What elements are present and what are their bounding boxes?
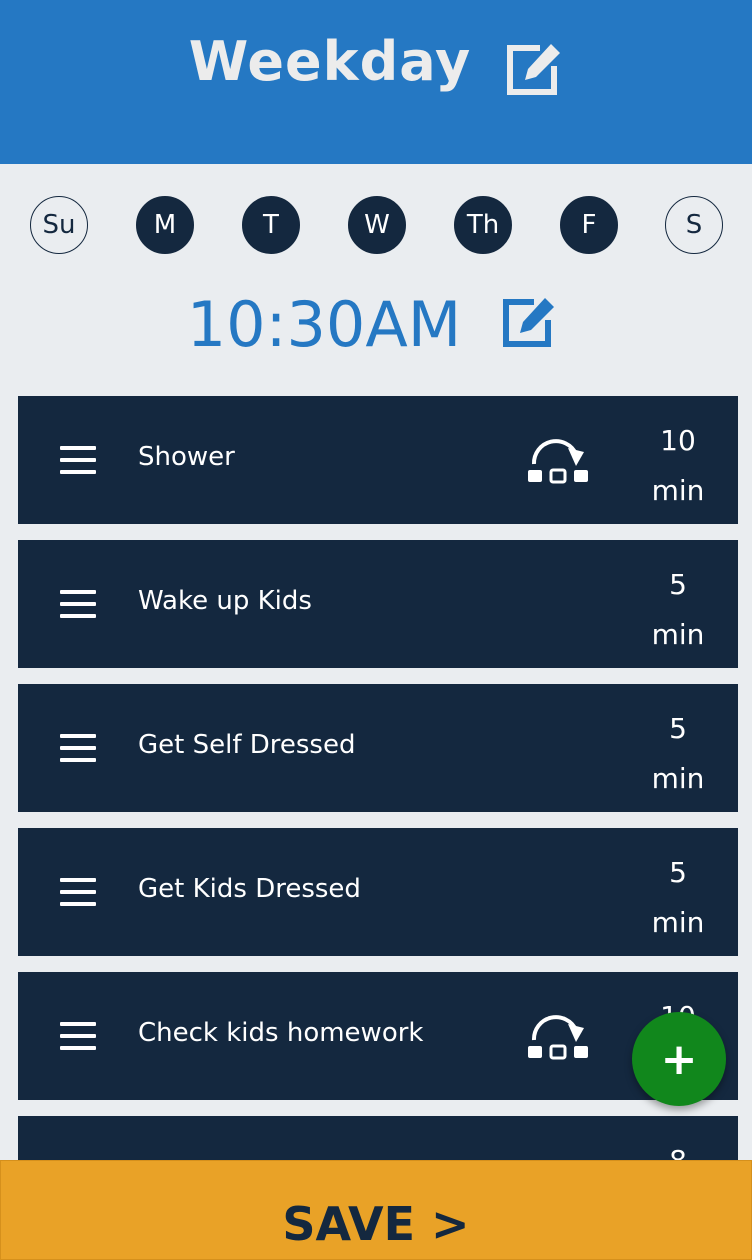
- day-tuesday[interactable]: T: [242, 196, 300, 254]
- task-name: Get Kids Dressed: [138, 874, 361, 904]
- day-friday[interactable]: F: [560, 196, 618, 254]
- task-name: Check kids homework: [138, 1018, 424, 1048]
- task-row[interactable]: Check kids homework 10 min: [18, 972, 738, 1100]
- task-row[interactable]: Shower 10 min: [18, 396, 738, 524]
- duration-value: 5: [669, 568, 687, 601]
- task-duration: 10 min: [618, 416, 738, 516]
- drag-handle-icon[interactable]: [60, 878, 96, 906]
- save-label: SAVE >: [282, 1197, 470, 1251]
- edit-icon[interactable]: [506, 42, 564, 96]
- day-monday[interactable]: M: [136, 196, 194, 254]
- repeat-icon: [528, 1015, 588, 1060]
- day-label: W: [364, 210, 390, 240]
- task-list[interactable]: Shower 10 min Wake up Kids 5 min Get Sel…: [18, 396, 738, 1160]
- day-label: F: [581, 210, 597, 240]
- header-bar: Weekday: [0, 0, 752, 164]
- task-duration: 5 min: [618, 848, 738, 948]
- drag-handle-icon[interactable]: [60, 1022, 96, 1050]
- weekday-selector: Su M T W Th F S: [0, 196, 752, 256]
- day-label: S: [685, 210, 703, 240]
- day-sunday[interactable]: Su: [30, 196, 88, 254]
- day-saturday[interactable]: S: [665, 196, 723, 254]
- task-row[interactable]: Get Self Dressed 5 min: [18, 684, 738, 812]
- day-wednesday[interactable]: W: [348, 196, 406, 254]
- task-duration: 5 min: [618, 704, 738, 804]
- duration-unit: min: [651, 762, 705, 795]
- duration-value: 10: [660, 424, 696, 457]
- task-row[interactable]: Wake up Kids 5 min: [18, 540, 738, 668]
- repeat-icon: [528, 439, 588, 484]
- duration-value: 8: [618, 1136, 738, 1160]
- duration-value: 5: [669, 712, 687, 745]
- day-thursday[interactable]: Th: [454, 196, 512, 254]
- task-name: Get Self Dressed: [138, 730, 356, 760]
- drag-handle-icon[interactable]: [60, 590, 96, 618]
- drag-handle-icon[interactable]: [60, 446, 96, 474]
- duration-unit: min: [651, 474, 705, 507]
- drag-handle-icon[interactable]: [60, 734, 96, 762]
- duration-unit: min: [651, 618, 705, 651]
- plus-icon: +: [660, 1033, 698, 1085]
- task-name: Shower: [138, 442, 235, 472]
- day-label: Su: [42, 210, 76, 240]
- task-duration: 8 min: [618, 1136, 738, 1160]
- day-label: Th: [466, 210, 500, 240]
- duration-unit: min: [651, 906, 705, 939]
- task-row[interactable]: 8 min: [18, 1116, 738, 1160]
- save-button[interactable]: SAVE >: [0, 1160, 752, 1260]
- edit-icon[interactable]: [502, 296, 558, 348]
- duration-value: 5: [669, 856, 687, 889]
- task-name: Wake up Kids: [138, 586, 312, 616]
- day-label: T: [263, 210, 279, 240]
- task-row[interactable]: Get Kids Dressed 5 min: [18, 828, 738, 956]
- task-duration: 5 min: [618, 560, 738, 660]
- day-label: M: [153, 210, 177, 240]
- add-task-button[interactable]: +: [632, 1012, 726, 1106]
